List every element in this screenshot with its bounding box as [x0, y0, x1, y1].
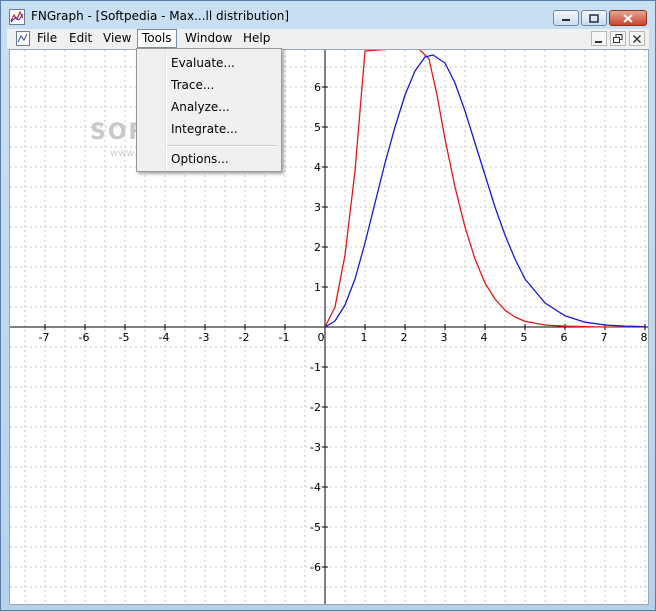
x-tick-label: 6 [561, 331, 568, 344]
x-tick-label: -1 [279, 331, 290, 344]
tools-dropdown-menu: Evaluate... Trace... Analyze... Integrat… [136, 48, 282, 172]
x-tick-label: -6 [79, 331, 90, 344]
x-tick-label: 3 [441, 331, 448, 344]
menu-window[interactable]: Window [181, 29, 236, 48]
x-tick-label: 0 [318, 331, 325, 344]
y-tick-label: 5 [314, 121, 321, 134]
mdi-restore-button[interactable] [610, 31, 626, 46]
document-icon[interactable] [16, 31, 30, 46]
menu-edit[interactable]: Edit [65, 29, 96, 48]
y-tick-label: -2 [310, 401, 321, 414]
minimize-button[interactable] [553, 10, 579, 26]
x-tick-label: -3 [199, 331, 210, 344]
y-tick-label: -3 [310, 441, 321, 454]
function-plot[interactable]: -8-7-6-5-4-3-2-1012345678-6-5-4-3-2-1123… [10, 50, 648, 604]
close-icon [633, 34, 641, 43]
graph-area[interactable]: SOFTPEDIA www.softpedia.com -8-7-6-5-4-3… [9, 49, 649, 605]
y-tick-label: -4 [310, 481, 321, 494]
x-tick-label: 1 [361, 331, 368, 344]
window-title: FNGraph - [Softpedia - Max...ll distribu… [31, 9, 290, 23]
maximize-button[interactable] [581, 10, 607, 26]
title-bar[interactable]: FNGraph - [Softpedia - Max...ll distribu… [1, 1, 655, 31]
minimize-icon [562, 19, 570, 21]
y-tick-label: 3 [314, 201, 321, 214]
menu-item-integrate[interactable]: Integrate... [137, 119, 281, 139]
x-tick-label: 7 [601, 331, 608, 344]
menu-bar: File Edit View Tools Window Help [7, 29, 649, 50]
y-tick-label: 2 [314, 241, 321, 254]
menu-view[interactable]: View [99, 29, 135, 48]
x-tick-label: -7 [39, 331, 50, 344]
y-tick-label: 1 [314, 281, 321, 294]
mdi-caption-buttons [591, 31, 645, 46]
y-tick-label: 4 [314, 161, 321, 174]
x-tick-label: -4 [159, 331, 170, 344]
menu-tools[interactable]: Tools [137, 29, 177, 48]
y-tick-label: 6 [314, 81, 321, 94]
fngraph-app-icon [9, 9, 25, 25]
menu-item-options[interactable]: Options... [137, 149, 281, 169]
y-tick-label: -6 [310, 561, 321, 574]
mdi-close-button[interactable] [629, 31, 645, 46]
axes [10, 50, 648, 604]
mdi-minimize-button[interactable] [591, 31, 607, 46]
maximize-icon [589, 13, 599, 23]
x-tick-label: 8 [641, 331, 648, 344]
x-tick-label: 2 [401, 331, 408, 344]
menu-separator [167, 145, 277, 147]
menu-help[interactable]: Help [239, 29, 274, 48]
x-tick-label: 4 [481, 331, 488, 344]
app-window: FNGraph - [Softpedia - Max...ll distribu… [0, 0, 656, 611]
menu-item-analyze[interactable]: Analyze... [137, 97, 281, 117]
close-button[interactable] [609, 10, 647, 26]
caption-buttons [553, 10, 647, 26]
close-icon [623, 13, 633, 23]
menu-item-trace[interactable]: Trace... [137, 75, 281, 95]
menu-file[interactable]: File [33, 29, 61, 48]
minimize-icon [595, 40, 602, 43]
x-tick-label: 5 [521, 331, 528, 344]
x-tick-label: -2 [239, 331, 250, 344]
y-tick-label: -1 [310, 361, 321, 374]
x-tick-label: -5 [119, 331, 130, 344]
y-tick-label: -5 [310, 521, 321, 534]
menu-item-evaluate[interactable]: Evaluate... [137, 53, 281, 73]
restore-icon [613, 34, 623, 43]
